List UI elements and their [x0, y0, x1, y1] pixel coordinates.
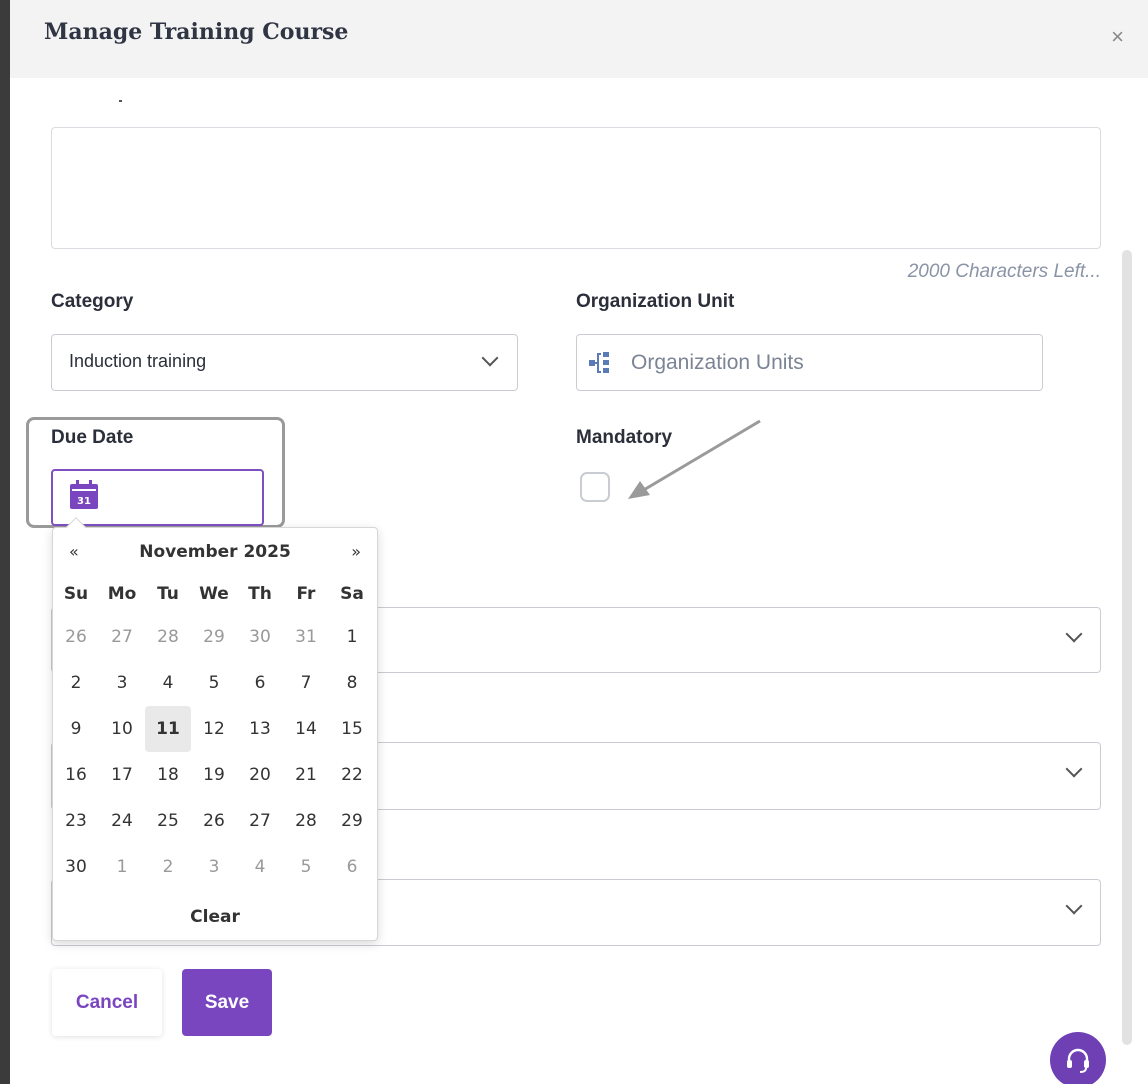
calendar-icon: 31 — [70, 480, 98, 509]
weekday-header: Tu — [157, 584, 179, 604]
weekday-header: Fr — [296, 584, 316, 604]
chevron-down-icon — [1065, 760, 1083, 778]
weekday-header: Su — [63, 584, 89, 604]
datepicker-day[interactable]: 3 — [99, 660, 145, 706]
datepicker-week-row: 23 24 25 26 27 28 29 — [53, 798, 379, 844]
datepicker-day-today[interactable]: 11 — [145, 706, 191, 752]
datepicker-day[interactable]: 28 — [283, 798, 329, 844]
datepicker-day[interactable]: 21 — [283, 752, 329, 798]
datepicker-day[interactable]: 17 — [99, 752, 145, 798]
datepicker-prev-button[interactable]: « — [69, 542, 79, 561]
organization-unit-label: Organization Unit — [576, 291, 735, 312]
datepicker-popup: « November 2025 » Su Mo Tu We Th Fr Sa 2… — [52, 517, 379, 941]
manage-training-course-modal: Manage Training Course × 2000 Characters… — [10, 0, 1148, 1084]
category-label: Category — [51, 291, 134, 312]
chevron-down-icon — [481, 349, 499, 367]
datepicker-day-old[interactable]: 27 — [99, 614, 145, 660]
datepicker-day-new[interactable]: 3 — [191, 844, 237, 890]
description-textarea[interactable] — [51, 127, 1101, 249]
datepicker-day[interactable]: 22 — [329, 752, 375, 798]
datepicker-day-old[interactable]: 28 — [145, 614, 191, 660]
datepicker-day[interactable]: 19 — [191, 752, 237, 798]
datepicker-week-row: 9 10 11 12 13 14 15 — [53, 706, 379, 752]
datepicker-day[interactable]: 7 — [283, 660, 329, 706]
datepicker-day-new[interactable]: 4 — [237, 844, 283, 890]
headset-icon — [1067, 1048, 1089, 1073]
datepicker-grid: Su Mo Tu We Th Fr Sa 26 27 28 29 30 31 1… — [53, 574, 379, 890]
datepicker-day[interactable]: 15 — [329, 706, 375, 752]
datepicker-day[interactable]: 5 — [191, 660, 237, 706]
datepicker-day[interactable]: 6 — [237, 660, 283, 706]
datepicker-day[interactable]: 23 — [53, 798, 99, 844]
chevron-down-icon — [1065, 897, 1083, 915]
annotation-arrow-icon — [628, 419, 761, 499]
chevron-down-icon — [1065, 625, 1083, 643]
save-button[interactable]: Save — [182, 969, 272, 1036]
background-page-edge — [0, 0, 10, 1084]
category-selected-value: Induction training — [69, 351, 207, 371]
datepicker-day[interactable]: 9 — [53, 706, 99, 752]
datepicker-day[interactable]: 4 — [145, 660, 191, 706]
label-fragment — [119, 100, 122, 102]
datepicker-weekday-row: Su Mo Tu We Th Fr Sa — [53, 574, 379, 614]
characters-left-counter: 2000 Characters Left... — [907, 261, 1101, 282]
datepicker-day-old[interactable]: 30 — [237, 614, 283, 660]
org-tree-icon — [589, 352, 609, 373]
calendar-icon-day: 31 — [77, 496, 91, 507]
datepicker-next-button[interactable]: » — [351, 542, 361, 561]
datepicker-day-new[interactable]: 5 — [283, 844, 329, 890]
modal-scrollbar[interactable] — [1122, 250, 1132, 1045]
datepicker-day[interactable]: 27 — [237, 798, 283, 844]
datepicker-day[interactable]: 16 — [53, 752, 99, 798]
due-date-label: Due Date — [51, 427, 134, 448]
mandatory-checkbox[interactable] — [580, 472, 610, 502]
datepicker-day-old[interactable]: 29 — [191, 614, 237, 660]
weekday-header: Sa — [340, 584, 364, 604]
datepicker-day[interactable]: 30 — [53, 844, 99, 890]
datepicker-day[interactable]: 18 — [145, 752, 191, 798]
datepicker-week-row: 16 17 18 19 20 21 22 — [53, 752, 379, 798]
datepicker-day[interactable]: 25 — [145, 798, 191, 844]
support-chat-button[interactable] — [1050, 1032, 1106, 1084]
datepicker-week-row: 30 1 2 3 4 5 6 — [53, 844, 379, 890]
datepicker-day[interactable]: 8 — [329, 660, 375, 706]
datepicker-day[interactable]: 24 — [99, 798, 145, 844]
datepicker-day-new[interactable]: 2 — [145, 844, 191, 890]
datepicker-day-old[interactable]: 26 — [53, 614, 99, 660]
datepicker-week-row: 26 27 28 29 30 31 1 — [53, 614, 379, 660]
weekday-header: We — [199, 584, 229, 604]
datepicker-day[interactable]: 10 — [99, 706, 145, 752]
datepicker-day-new[interactable]: 1 — [99, 844, 145, 890]
datepicker-day[interactable]: 26 — [191, 798, 237, 844]
datepicker-day[interactable]: 1 — [329, 614, 375, 660]
modal-header: Manage Training Course × — [10, 0, 1148, 78]
datepicker-day[interactable]: 2 — [53, 660, 99, 706]
weekday-header: Th — [248, 584, 272, 604]
category-select[interactable]: Induction training — [51, 334, 518, 391]
organization-unit-placeholder: Organization Units — [631, 351, 804, 374]
datepicker-day[interactable]: 12 — [191, 706, 237, 752]
weekday-header: Mo — [107, 584, 137, 604]
due-date-input[interactable]: 31 — [51, 469, 264, 526]
cancel-button[interactable]: Cancel — [52, 969, 162, 1036]
datepicker-day[interactable]: 13 — [237, 706, 283, 752]
modal-title: Manage Training Course — [44, 19, 349, 45]
datepicker-day[interactable]: 20 — [237, 752, 283, 798]
datepicker-clear-button[interactable]: Clear — [190, 907, 240, 927]
close-icon[interactable]: × — [1111, 26, 1124, 48]
datepicker-day[interactable]: 14 — [283, 706, 329, 752]
datepicker-day-old[interactable]: 31 — [283, 614, 329, 660]
datepicker-day-new[interactable]: 6 — [329, 844, 375, 890]
datepicker-day[interactable]: 29 — [329, 798, 375, 844]
datepicker-week-row: 2 3 4 5 6 7 8 — [53, 660, 379, 706]
organization-unit-input[interactable]: Organization Units — [576, 334, 1043, 391]
datepicker-month-switch[interactable]: November 2025 — [139, 542, 291, 562]
